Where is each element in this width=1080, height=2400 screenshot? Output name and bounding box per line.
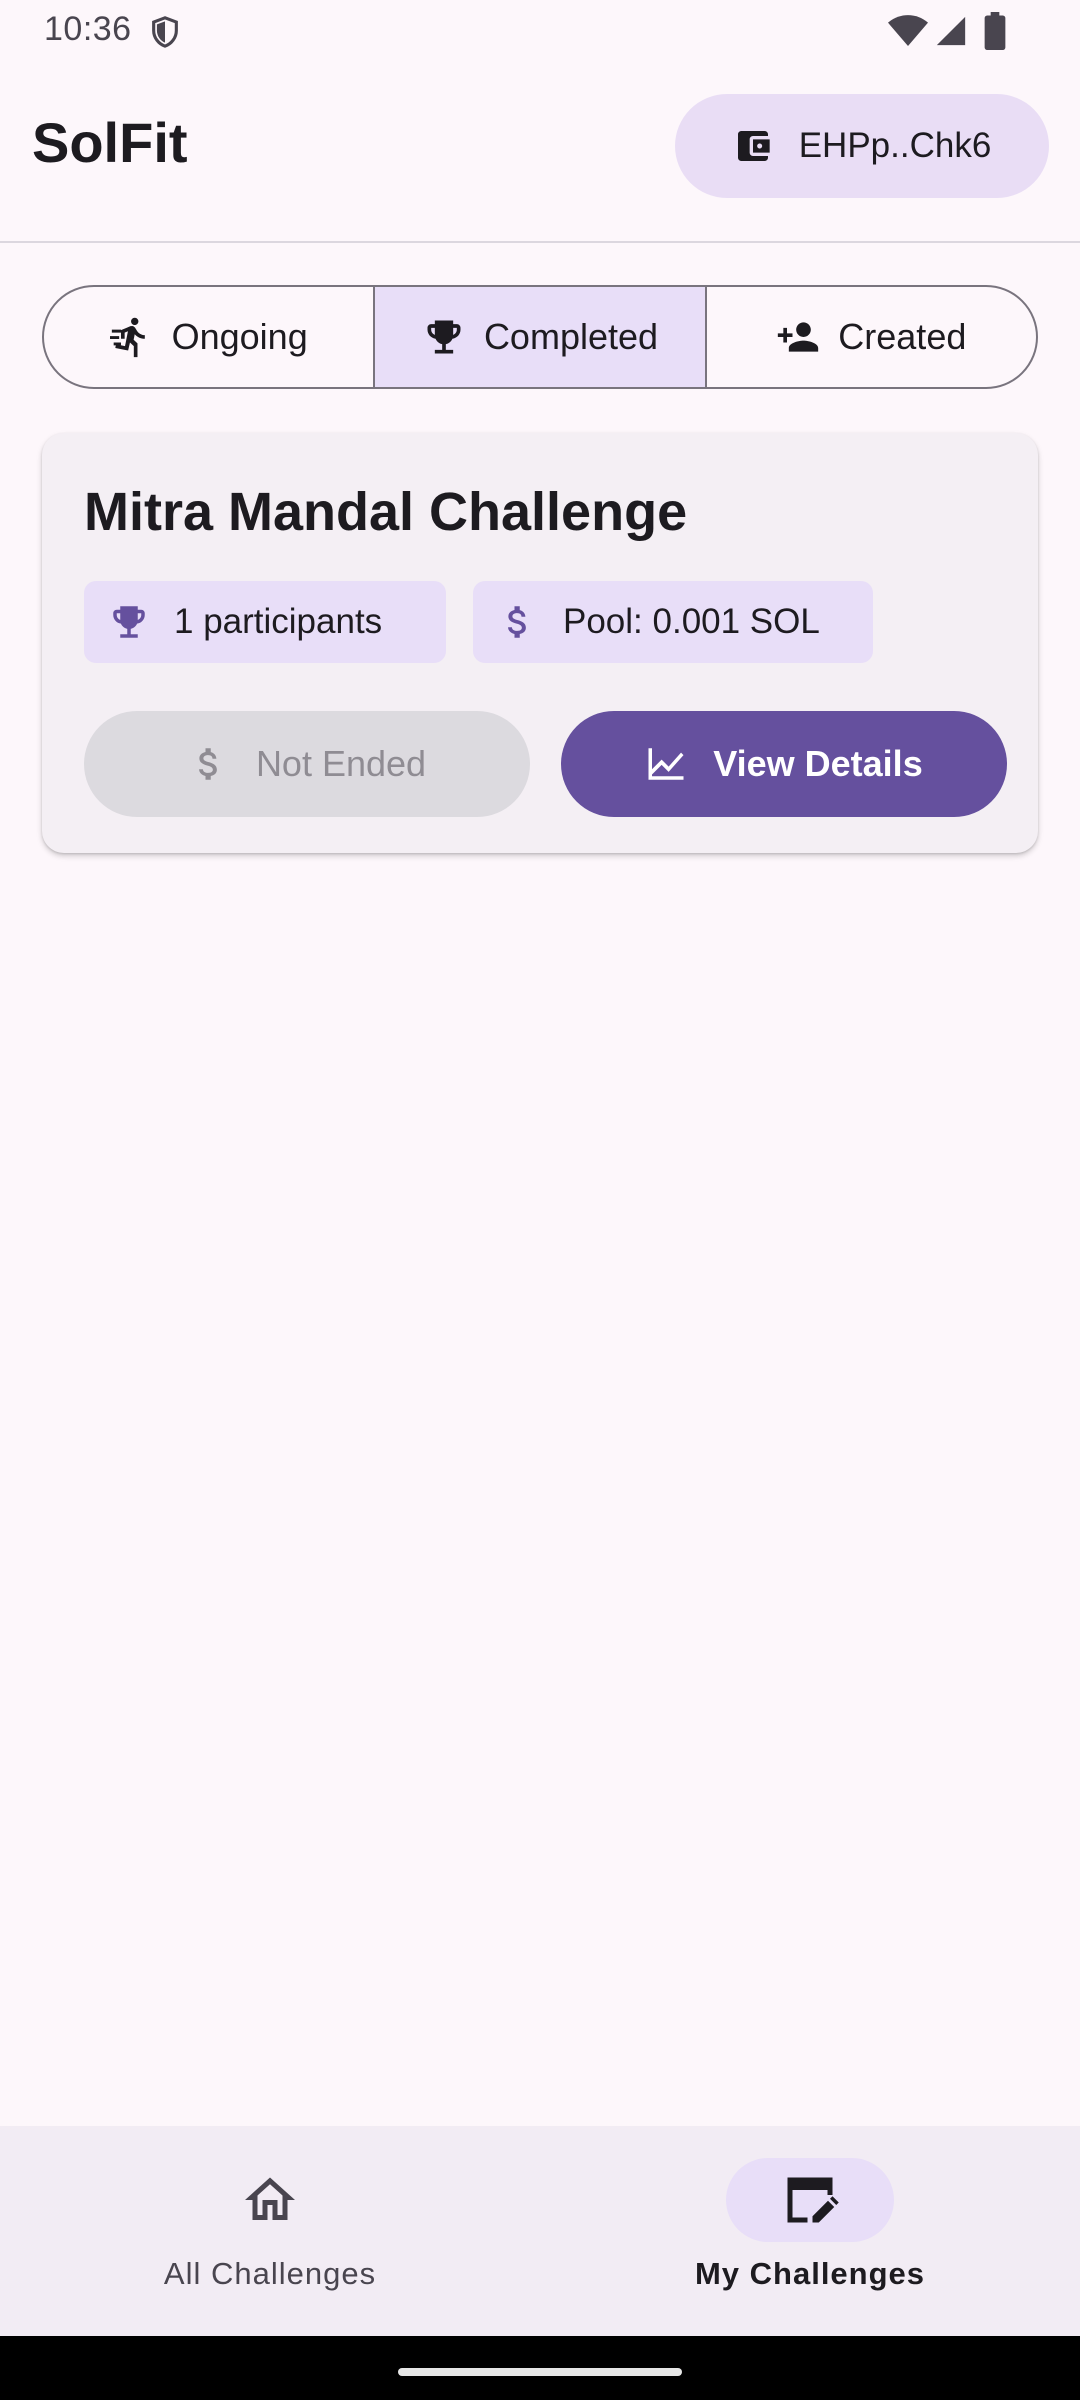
edit-note-icon: [787, 2177, 839, 2223]
home-icon: [245, 2177, 295, 2220]
divider: [0, 241, 1080, 243]
bottom-navigation: All Challenges My Challenges: [0, 2126, 1080, 2336]
status-bar: 10:36: [0, 0, 1080, 62]
tab-completed[interactable]: Completed: [373, 287, 705, 387]
nav-label: All Challenges: [163, 2256, 377, 2291]
trophy-icon: [427, 320, 461, 354]
tab-label: Ongoing: [171, 316, 308, 357]
view-details-label: View Details: [713, 743, 923, 784]
pool-label: Pool: 0.001 SOL: [563, 602, 820, 641]
dollar-icon: [508, 606, 526, 638]
home-gesture-handle[interactable]: [398, 2368, 682, 2376]
wallet-button[interactable]: EHPp..Chk6: [675, 94, 1049, 198]
screen: 10:36 SolFit EHPp..Chk6 Ongoing Complete…: [0, 0, 1080, 2400]
nav-indicator: [186, 2158, 354, 2242]
running-icon: [109, 317, 145, 358]
tab-created[interactable]: Created: [704, 287, 1036, 387]
nav-label: My Challenges: [694, 2256, 926, 2291]
status-time: 10:36: [44, 10, 132, 48]
gesture-bar: [0, 2336, 1080, 2400]
app-title: SolFit: [32, 111, 188, 174]
nav-my-challenges[interactable]: My Challenges: [540, 2126, 1080, 2336]
view-details-button[interactable]: View Details: [561, 711, 1007, 817]
trophy-icon: [113, 606, 145, 638]
participants-chip: 1 participants: [84, 581, 446, 663]
participants-label: 1 participants: [174, 602, 383, 641]
nav-all-challenges[interactable]: All Challenges: [0, 2126, 540, 2336]
pool-chip: Pool: 0.001 SOL: [473, 581, 873, 663]
signal-icon: [936, 16, 966, 46]
claim-reward-button[interactable]: Not Ended: [84, 711, 530, 817]
shield-icon: [152, 16, 178, 48]
challenge-title: Mitra Mandal Challenge: [84, 482, 688, 542]
dollar-icon: [198, 748, 217, 780]
claim-label: Not Ended: [255, 743, 427, 784]
battery-icon: [984, 12, 1006, 50]
challenge-card: Mitra Mandal Challenge 1 participants Po…: [42, 433, 1038, 853]
wallet-address: EHPp..Chk6: [798, 126, 992, 165]
tab-label: Created: [838, 316, 967, 357]
wallet-icon: [737, 131, 770, 161]
tab-ongoing[interactable]: Ongoing: [44, 287, 373, 387]
chart-icon: [648, 748, 684, 780]
nav-indicator-active: [726, 2158, 894, 2242]
person-add-icon: [778, 322, 819, 352]
tab-label: Completed: [483, 316, 659, 357]
wifi-icon: [888, 15, 928, 46]
challenge-filter-tabs: Ongoing Completed Created: [42, 285, 1038, 389]
